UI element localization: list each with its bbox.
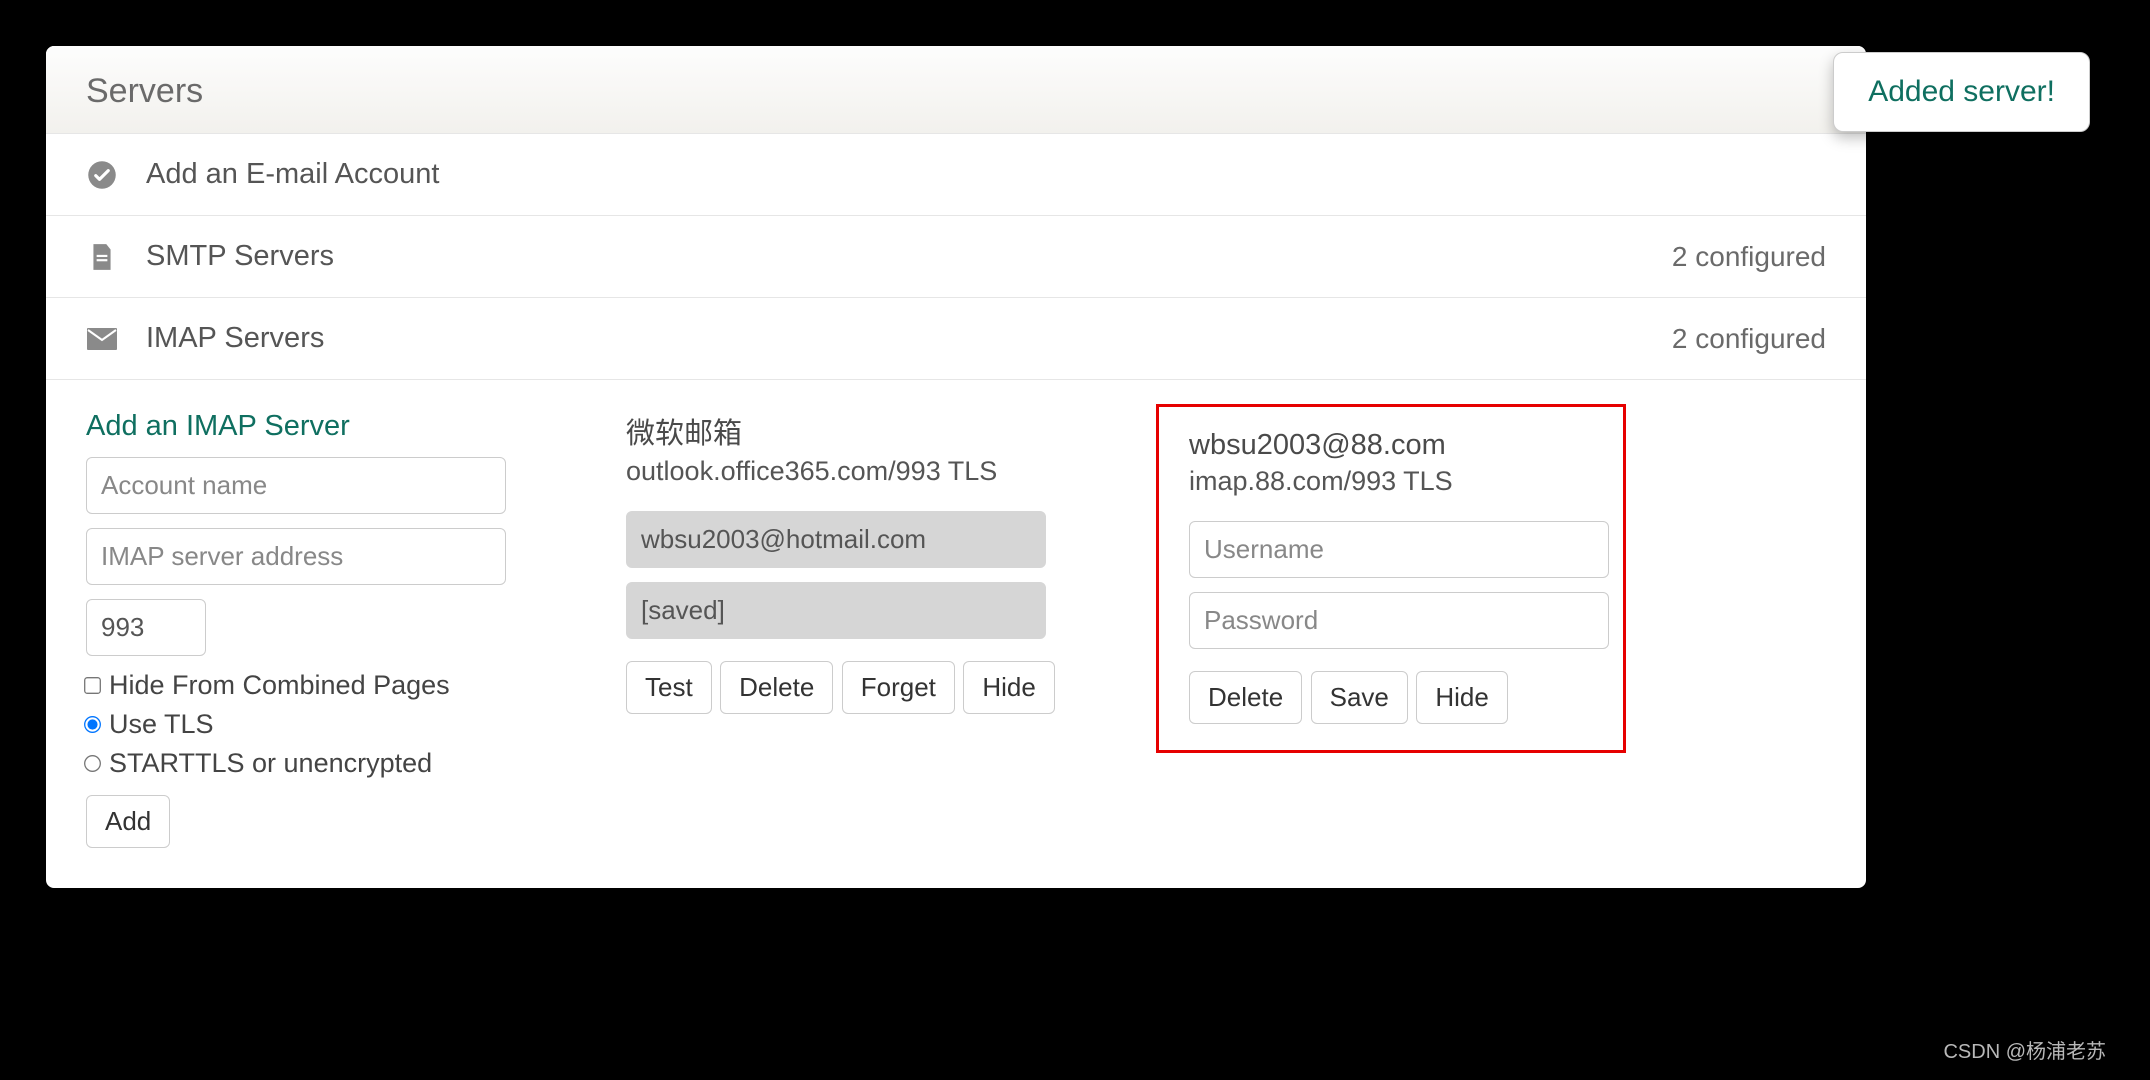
row-add-account[interactable]: Add an E-mail Account xyxy=(46,134,1866,216)
forget-button[interactable]: Forget xyxy=(842,661,955,714)
server-microsoft: 微软邮箱 outlook.office365.com/993 TLS wbsu2… xyxy=(626,410,1096,848)
use-tls-option[interactable]: Use TLS xyxy=(86,709,566,740)
row-imap[interactable]: IMAP Servers 2 configured xyxy=(46,298,1866,380)
starttls-radio[interactable] xyxy=(84,755,101,772)
save-button[interactable]: Save xyxy=(1311,671,1408,724)
check-circle-icon xyxy=(86,159,118,191)
option-label: Hide From Combined Pages xyxy=(109,670,450,701)
starttls-option[interactable]: STARTTLS or unencrypted xyxy=(86,748,566,779)
username-input[interactable] xyxy=(1189,521,1609,578)
server-subtitle: outlook.office365.com/993 TLS xyxy=(626,456,1096,487)
row-label: SMTP Servers xyxy=(146,240,1672,273)
servers-panel: Servers Add an E-mail Account SMTP Serve… xyxy=(42,42,1870,892)
imap-content: Add an IMAP Server Hide From Combined Pa… xyxy=(46,380,1866,888)
port-input[interactable] xyxy=(86,599,206,656)
server-subtitle: imap.88.com/993 TLS xyxy=(1189,466,1593,497)
hide-button[interactable]: Hide xyxy=(963,661,1054,714)
panel-header: Servers xyxy=(46,46,1866,134)
delete-button[interactable]: Delete xyxy=(1189,671,1302,724)
use-tls-radio[interactable] xyxy=(84,716,101,733)
add-imap-form: Add an IMAP Server Hide From Combined Pa… xyxy=(86,410,566,848)
mail-icon xyxy=(86,323,118,355)
server-buttons: Delete Save Hide xyxy=(1189,663,1593,724)
row-status: 2 configured xyxy=(1672,323,1826,355)
row-smtp[interactable]: SMTP Servers 2 configured xyxy=(46,216,1866,298)
page-title: Servers xyxy=(86,72,1826,111)
imap-address-input[interactable] xyxy=(86,528,506,585)
option-label: STARTTLS or unencrypted xyxy=(109,748,432,779)
row-status: 2 configured xyxy=(1672,241,1826,273)
watermark: CSDN @杨浦老苏 xyxy=(1943,1035,2106,1064)
hide-combined-checkbox[interactable] xyxy=(84,677,101,694)
form-title: Add an IMAP Server xyxy=(86,410,566,443)
server-title: wbsu2003@88.com xyxy=(1189,429,1593,462)
delete-button[interactable]: Delete xyxy=(720,661,833,714)
row-label: IMAP Servers xyxy=(146,322,1672,355)
password-input[interactable] xyxy=(1189,592,1609,649)
account-name-input[interactable] xyxy=(86,457,506,514)
test-button[interactable]: Test xyxy=(626,661,712,714)
server-buttons: Test Delete Forget Hide xyxy=(626,653,1096,714)
server-88com: wbsu2003@88.com imap.88.com/993 TLS Dele… xyxy=(1156,410,1626,848)
hide-combined-option[interactable]: Hide From Combined Pages xyxy=(86,670,566,701)
toast-added-server: Added server! xyxy=(1833,52,2090,132)
document-icon xyxy=(86,241,118,273)
highlight-box: wbsu2003@88.com imap.88.com/993 TLS Dele… xyxy=(1156,404,1626,753)
row-label: Add an E-mail Account xyxy=(146,158,1826,191)
server-title: 微软邮箱 xyxy=(626,410,1096,452)
username-readonly: wbsu2003@hotmail.com xyxy=(626,511,1046,568)
option-label: Use TLS xyxy=(109,709,214,740)
add-button[interactable]: Add xyxy=(86,795,170,848)
password-readonly: [saved] xyxy=(626,582,1046,639)
hide-button[interactable]: Hide xyxy=(1416,671,1507,724)
